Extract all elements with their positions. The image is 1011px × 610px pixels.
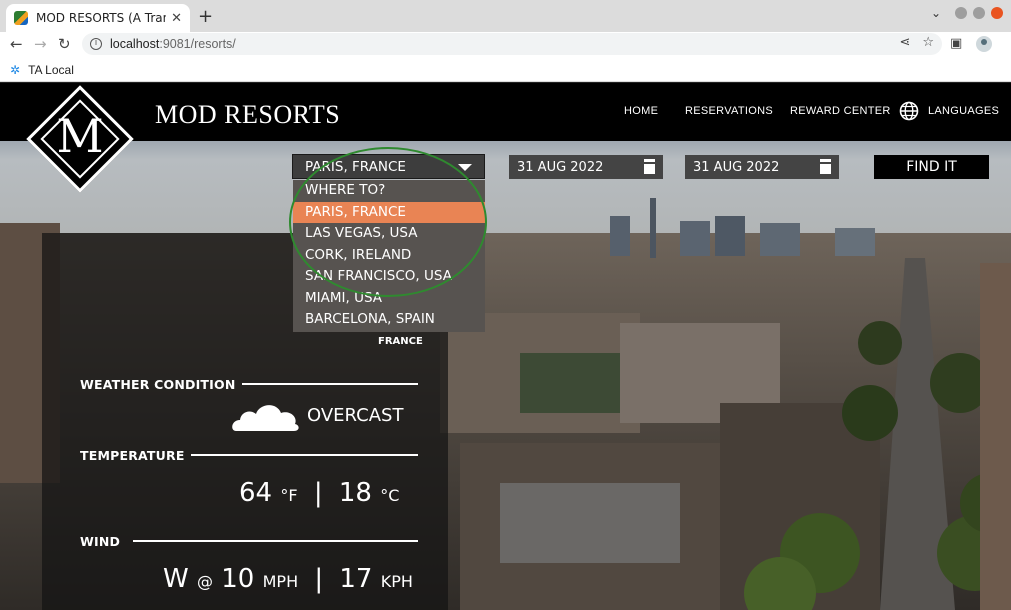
check-in-date-field[interactable]: 31 AUG 2022	[509, 155, 663, 179]
nav-reservations[interactable]: RESERVATIONS	[685, 105, 773, 117]
forward-arrow-icon[interactable]: →	[34, 35, 47, 53]
temp-fahrenheit: 64	[239, 478, 273, 508]
url-host: localhost	[110, 37, 160, 51]
calendar-icon[interactable]	[820, 159, 831, 174]
wind-separator: |	[314, 564, 324, 594]
temp-celsius-unit: °C	[380, 486, 400, 505]
check-out-value: 31 AUG 2022	[693, 159, 780, 175]
page-viewport: MOD RESORTS HOME RESERVATIONS REWARD CEN…	[0, 83, 1011, 610]
wind-kph: 17	[339, 564, 373, 594]
browser-tab[interactable]: MOD RESORTS (A Transfo ✕	[6, 4, 190, 32]
wind-label: WIND	[80, 534, 121, 549]
temperature-label: TEMPERATURE	[80, 448, 185, 463]
tab-search-chevron-icon[interactable]: ⌄	[931, 6, 941, 20]
wind-mph: 10	[221, 564, 255, 594]
logo-letter: M	[56, 109, 104, 163]
dropdown-option-barcelona[interactable]: BARCELONA, SPAIN	[293, 309, 485, 331]
share-icon[interactable]: ⋖	[899, 35, 910, 50]
check-out-date-field[interactable]: 31 AUG 2022	[685, 155, 839, 179]
globe-icon[interactable]	[899, 101, 919, 121]
tab-close-icon[interactable]: ✕	[171, 11, 182, 26]
overcast-cloud-icon	[232, 405, 299, 431]
weather-condition-label: WEATHER CONDITION	[80, 377, 236, 392]
address-bar[interactable]: i localhost:9081/resorts/ ⋖ ☆	[82, 33, 942, 55]
maximize-button[interactable]	[973, 7, 985, 19]
check-in-value: 31 AUG 2022	[517, 159, 604, 175]
back-arrow-icon[interactable]: ←	[10, 35, 23, 53]
nav-home[interactable]: HOME	[624, 105, 658, 117]
calendar-icon[interactable]	[644, 159, 655, 174]
profile-avatar-icon[interactable]	[976, 36, 993, 52]
country-label: FRANCE	[378, 336, 423, 347]
browser-tabstrip: MOD RESORTS (A Transfo ✕ + ⌄	[0, 0, 1011, 32]
menu-kebab-icon[interactable]: ⋮	[1006, 36, 1011, 52]
divider	[242, 383, 418, 385]
find-it-button[interactable]: FIND IT	[874, 155, 989, 179]
temp-separator: |	[313, 478, 323, 508]
divider	[191, 454, 418, 456]
reload-icon[interactable]: ↻	[58, 35, 71, 53]
wind-direction: W	[163, 564, 189, 594]
wind-at: @	[196, 572, 213, 591]
nav-reward-center[interactable]: REWARD CENTER	[790, 105, 891, 117]
new-tab-button[interactable]: +	[198, 6, 213, 27]
nav-languages[interactable]: LANGUAGES	[928, 105, 999, 117]
window-controls: ⌄	[931, 6, 1003, 20]
bookmark-globe-icon: ✲	[10, 62, 21, 77]
tab-title: MOD RESORTS (A Transfo	[36, 11, 166, 25]
brand-title[interactable]: MOD RESORTS	[155, 100, 340, 130]
temp-celsius: 18	[338, 478, 372, 508]
weather-condition-value: OVERCAST	[307, 405, 404, 426]
site-favicon-icon	[14, 11, 28, 25]
wind-readout: W @ 10 MPH | 17 KPH	[163, 564, 413, 594]
site-header: MOD RESORTS HOME RESERVATIONS REWARD CEN…	[0, 83, 1011, 141]
temp-fahrenheit-unit: °F	[280, 486, 298, 505]
close-window-button[interactable]	[991, 7, 1003, 19]
minimize-button[interactable]	[955, 7, 967, 19]
bookmark-ta-local[interactable]: TA Local	[28, 63, 74, 77]
bookmarks-bar: ✲ TA Local	[0, 58, 1011, 82]
divider	[133, 540, 418, 542]
wind-mph-unit: MPH	[262, 572, 299, 591]
annotation-highlight-ring	[289, 147, 487, 297]
bookmark-star-icon[interactable]: ☆	[922, 35, 934, 50]
wind-kph-unit: KPH	[380, 572, 413, 591]
site-info-icon[interactable]: i	[90, 38, 102, 50]
url-path: :9081/resorts/	[159, 37, 236, 51]
side-panel-icon[interactable]: ▣	[950, 36, 962, 52]
browser-toolbar: ← → ↻ i localhost:9081/resorts/ ⋖ ☆ ▣ ⋮	[0, 32, 1011, 58]
temperature-readout: 64 °F | 18 °C	[239, 478, 399, 508]
url-text: localhost:9081/resorts/	[110, 37, 236, 51]
